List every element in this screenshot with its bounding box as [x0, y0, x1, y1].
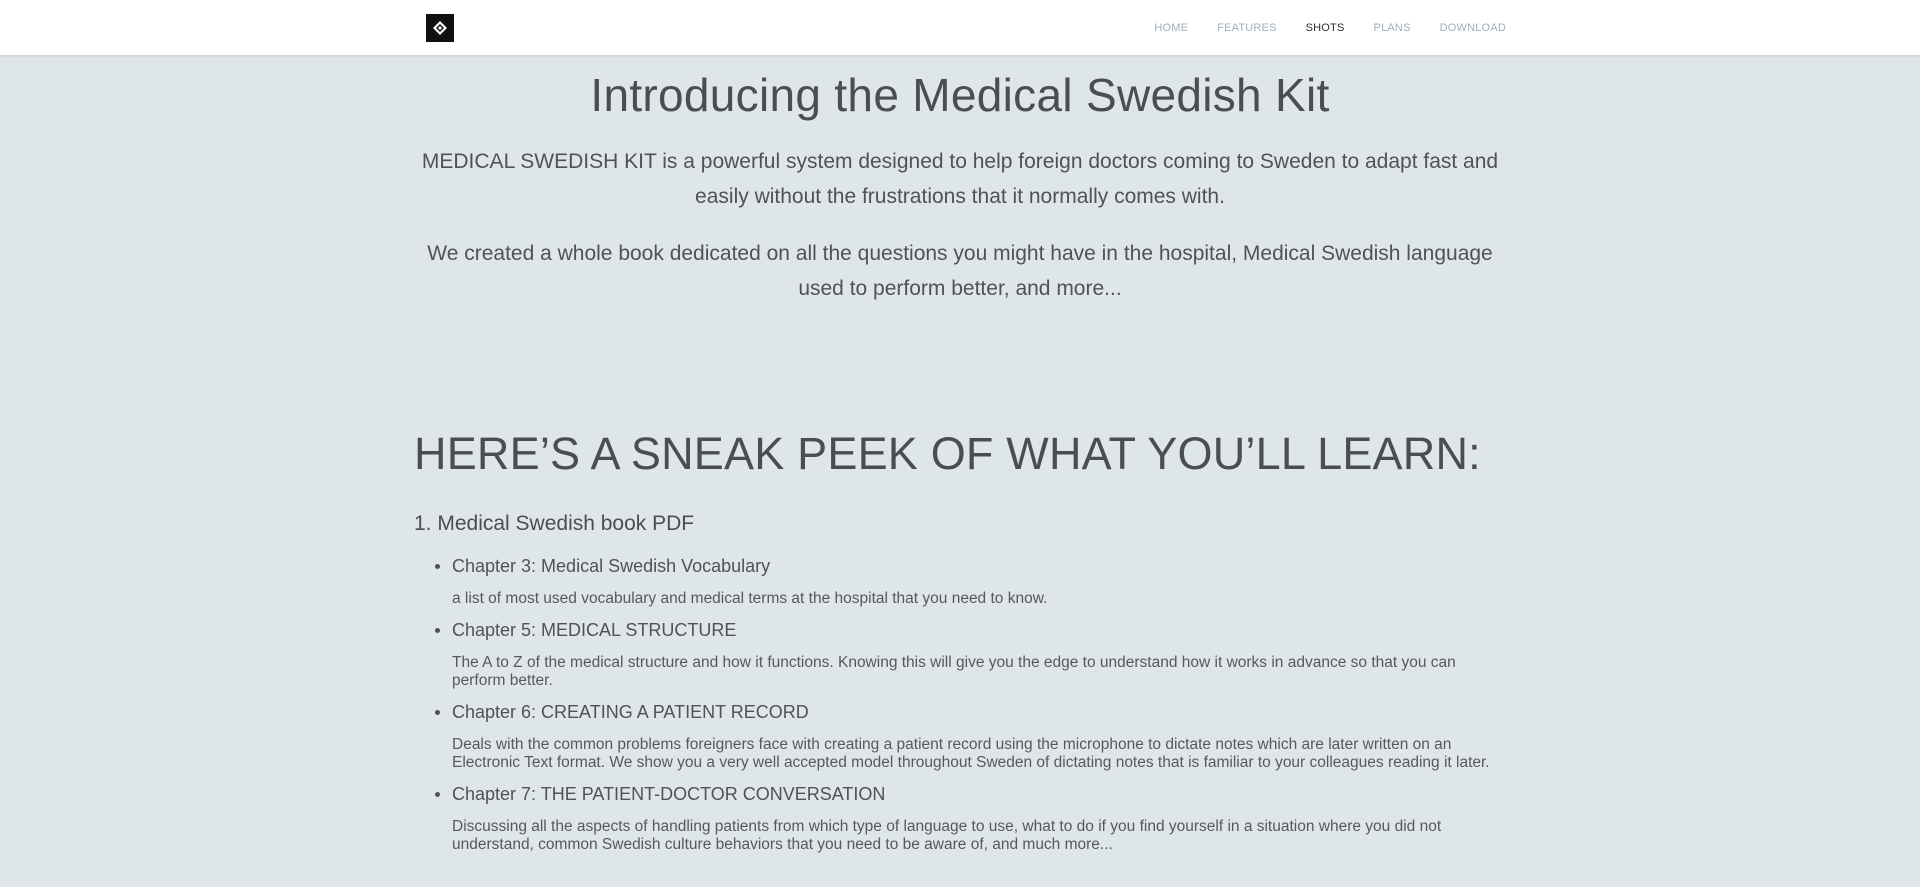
- chapter-item: Chapter 3: Medical Swedish Vocabulary a …: [435, 555, 1506, 608]
- intro-paragraph-2: We created a whole book dedicated on all…: [427, 241, 1493, 300]
- nav-item-plans[interactable]: PLANS: [1374, 22, 1411, 34]
- chapter-list: Chapter 3: Medical Swedish Vocabulary a …: [414, 555, 1506, 854]
- navbar-container: HOME FEATURES SHOTS PLANS DOWNLOAD: [414, 0, 1506, 55]
- nav-item-home[interactable]: HOME: [1154, 22, 1188, 34]
- chapter-description: Deals with the common problems foreigner…: [452, 736, 1490, 772]
- sneak-peek-heading: HERE’S A SNEAK PEEK OF WHAT YOU’LL LEARN…: [414, 427, 1481, 479]
- nav-menu: HOME FEATURES SHOTS PLANS DOWNLOAD: [1125, 0, 1506, 55]
- top-navbar: HOME FEATURES SHOTS PLANS DOWNLOAD: [0, 0, 1920, 55]
- chapter-title: Chapter 6: CREATING A PATIENT RECORD: [435, 701, 1506, 723]
- chapter-description: The A to Z of the medical structure and …: [452, 654, 1456, 690]
- content-container: Introducing the Medical Swedish Kit MEDI…: [414, 69, 1506, 854]
- chapter-title: Chapter 3: Medical Swedish Vocabulary: [435, 555, 1506, 577]
- logo-glyph: [433, 21, 447, 35]
- nav-item-shots[interactable]: SHOTS: [1306, 22, 1345, 34]
- nav-item-features[interactable]: FEATURES: [1217, 22, 1276, 34]
- intro-paragraph: MEDICAL SWEDISH KIT is a powerful system…: [421, 149, 1499, 208]
- chapter-item: Chapter 7: THE PATIENT-DOCTOR CONVERSATI…: [435, 783, 1506, 854]
- nav-item-download[interactable]: DOWNLOAD: [1440, 22, 1506, 34]
- page-title: Introducing the Medical Swedish Kit: [590, 69, 1330, 121]
- book-title: 1. Medical Swedish book PDF: [414, 512, 695, 536]
- main-content: Introducing the Medical Swedish Kit MEDI…: [0, 55, 1920, 865]
- chapter-description: Discussing all the aspects of handling p…: [452, 818, 1442, 854]
- chapter-item: Chapter 5: MEDICAL STRUCTURE The A to Z …: [435, 619, 1506, 690]
- chapter-title: Chapter 7: THE PATIENT-DOCTOR CONVERSATI…: [435, 783, 1506, 805]
- chapter-title: Chapter 5: MEDICAL STRUCTURE: [435, 619, 1506, 641]
- chapter-item: Chapter 6: CREATING A PATIENT RECORD Dea…: [435, 701, 1506, 772]
- chapter-description: a list of most used vocabulary and medic…: [452, 590, 1048, 608]
- diamond-logo-icon[interactable]: [426, 14, 454, 42]
